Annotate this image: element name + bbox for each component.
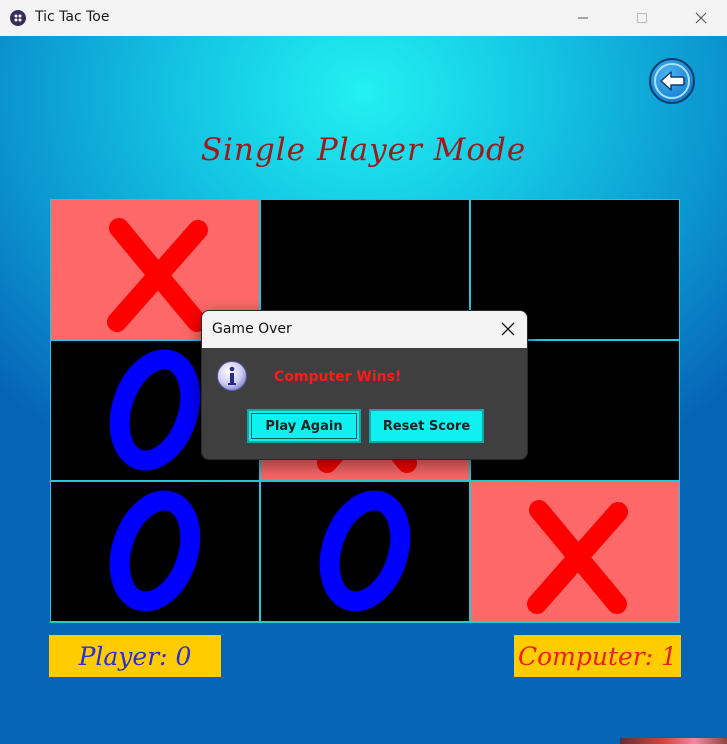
app-icon <box>10 10 26 26</box>
window-close-button[interactable] <box>678 0 724 36</box>
game-over-dialog: Game Over Computer Wins! Play Again Rese… <box>201 310 528 460</box>
dialog-close-button[interactable] <box>493 314 523 344</box>
back-button[interactable] <box>649 58 695 104</box>
close-icon <box>501 322 515 336</box>
taskbar-peek <box>620 738 727 744</box>
play-again-button[interactable]: Play Again <box>247 409 361 443</box>
dialog-title-bar[interactable]: Game Over <box>202 311 527 348</box>
close-icon <box>695 12 707 24</box>
info-icon <box>217 361 247 391</box>
board-cell[interactable] <box>261 482 469 621</box>
player-score: Player: 0 <box>49 635 221 677</box>
minimize-button[interactable] <box>560 0 606 36</box>
o-mark <box>319 490 411 612</box>
dialog-title: Game Over <box>212 321 292 337</box>
computer-score: Computer: 1 <box>514 635 681 677</box>
maximize-button[interactable] <box>619 0 665 36</box>
x-mark <box>527 500 628 614</box>
window-title: Tic Tac Toe <box>35 9 110 25</box>
board-cell[interactable] <box>471 482 679 621</box>
app-window: Tic Tac Toe Single Player Mode Player: 0… <box>0 0 727 744</box>
title-bar[interactable]: Tic Tac Toe <box>0 0 727 36</box>
maximize-icon <box>637 13 647 23</box>
reset-score-button[interactable]: Reset Score <box>369 409 484 443</box>
mode-title: Single Player Mode <box>200 132 527 168</box>
board-cell[interactable] <box>51 482 259 621</box>
minimize-icon <box>578 17 588 19</box>
arrow-left-icon <box>660 71 685 91</box>
dialog-message: Computer Wins! <box>274 369 402 385</box>
o-mark <box>109 490 201 612</box>
